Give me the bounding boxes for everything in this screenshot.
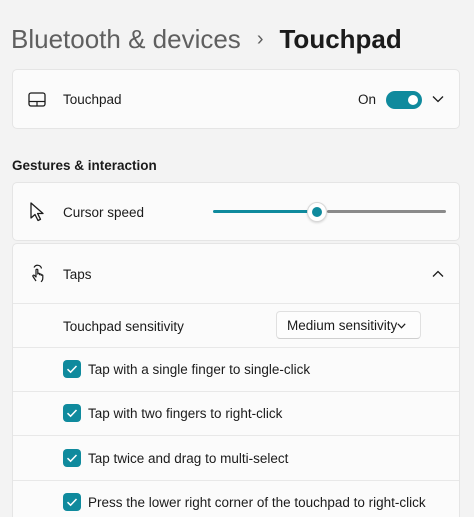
section-title: Gestures & interaction (12, 158, 157, 173)
checkmark-icon (66, 498, 78, 507)
page-title: Touchpad (279, 24, 402, 54)
slider-track-filled (213, 210, 317, 213)
slider-thumb-inner (312, 207, 322, 217)
touchpad-toggle[interactable] (386, 91, 422, 109)
touchpad-sensitivity-dropdown[interactable]: Medium sensitivity (276, 311, 421, 339)
touchpad-card[interactable]: Touchpad On (12, 69, 460, 129)
dropdown-selected-value: Medium sensitivity (287, 317, 398, 333)
chevron-down-icon[interactable] (432, 95, 444, 103)
tap-twice-drag-label: Tap twice and drag to multi-select (88, 451, 289, 466)
taps-label: Taps (63, 267, 92, 282)
divider (13, 435, 459, 436)
taps-card: Taps Touchpad sensitivity Medium sensiti… (12, 243, 460, 517)
cursor-speed-label: Cursor speed (63, 205, 145, 220)
slider-track-empty (327, 210, 446, 213)
touchpad-sensitivity-label: Touchpad sensitivity (63, 319, 184, 334)
chevron-up-icon[interactable] (432, 270, 444, 278)
breadcrumb-separator: › (256, 28, 264, 50)
cursor-speed-slider[interactable] (307, 202, 327, 222)
single-finger-tap-label: Tap with a single finger to single-click (88, 362, 311, 377)
touchpad-icon (28, 92, 46, 107)
pointer-icon (30, 202, 44, 222)
divider (13, 480, 459, 481)
toggle-state-text: On (358, 92, 377, 107)
two-finger-tap-label: Tap with two fingers to right-click (88, 406, 283, 421)
touchpad-label: Touchpad (63, 92, 122, 107)
taps-header[interactable]: Taps (13, 244, 459, 303)
cursor-speed-card: Cursor speed (12, 182, 460, 241)
divider (13, 391, 459, 392)
breadcrumb: Bluetooth & devices › Touchpad (11, 20, 402, 58)
checkmark-icon (66, 365, 78, 374)
single-finger-tap-checkbox[interactable] (63, 360, 81, 378)
checkmark-icon (66, 454, 78, 463)
divider (13, 347, 459, 348)
checkmark-icon (66, 409, 78, 418)
tap-twice-drag-checkbox[interactable] (63, 449, 81, 467)
tap-gesture-icon (32, 264, 44, 283)
divider (13, 303, 459, 304)
breadcrumb-parent-link[interactable]: Bluetooth & devices (11, 20, 241, 58)
lower-right-corner-label: Press the lower right corner of the touc… (88, 495, 426, 510)
toggle-knob (408, 95, 418, 105)
chevron-down-icon (397, 323, 406, 329)
lower-right-corner-checkbox[interactable] (63, 493, 81, 511)
two-finger-tap-checkbox[interactable] (63, 404, 81, 422)
